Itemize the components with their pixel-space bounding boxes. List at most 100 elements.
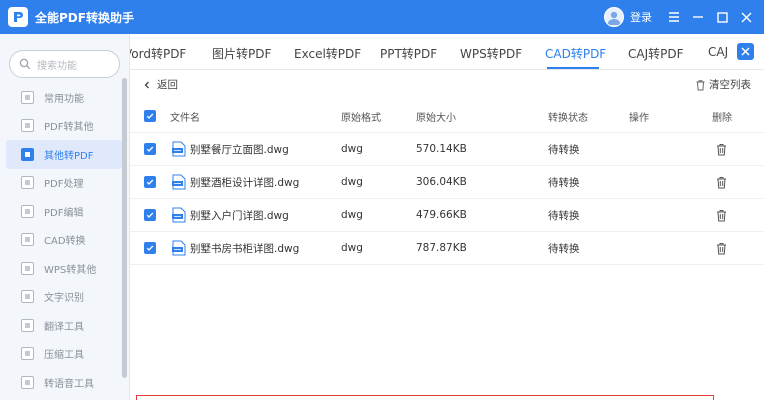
sidebar-item-5[interactable]: CAD转换 — [6, 226, 122, 255]
sidebar-item-label: PDF转其他 — [44, 122, 94, 134]
delete-icon[interactable] — [716, 176, 727, 189]
back-label: 返回 — [157, 79, 178, 91]
row-checkbox[interactable] — [144, 143, 156, 155]
delete-icon[interactable] — [716, 143, 727, 156]
edit-icon — [21, 204, 34, 218]
file-size: 570.14KB — [416, 143, 467, 155]
search-box[interactable]: 搜索功能 — [9, 50, 120, 78]
sidebar-item-label: PDF处理 — [44, 179, 84, 191]
sidebar-item-2[interactable]: 其他转PDF — [6, 140, 122, 169]
minimize-icon[interactable] — [686, 0, 710, 34]
clear-list-button[interactable]: 清空列表 — [695, 77, 751, 92]
file-format: dwg — [341, 209, 363, 221]
header-filename: 文件名 — [170, 112, 200, 124]
check-icon — [146, 179, 154, 185]
sidebar-item-4[interactable]: PDF编辑 — [6, 197, 122, 226]
tab-6[interactable]: CAJ转PDF — [628, 45, 684, 62]
title-bar: 全能PDF转换助手 登录 — [0, 0, 764, 34]
sidebar-item-3[interactable]: PDF处理 — [6, 169, 122, 198]
sidebar-item-10[interactable]: 转语音工具 — [6, 368, 122, 397]
file-size: 479.66KB — [416, 209, 467, 221]
tab-1[interactable]: 图片转PDF — [212, 45, 271, 62]
sidebar-item-label: 其他转PDF — [44, 150, 94, 162]
tab-2[interactable]: Excel转PDF — [294, 45, 361, 62]
check-icon — [146, 146, 154, 152]
dwg-file-icon — [172, 174, 186, 190]
sidebar-scroll-thumb[interactable] — [122, 78, 127, 378]
sidebar-item-label: 转语音工具 — [44, 378, 94, 390]
file-table: 文件名 原始格式 原始大小 转换状态 操作 删除 别墅餐厅立面图.dwg dwg 5… — [130, 100, 764, 265]
file-name: 别墅书房书柜详图.dwg — [190, 242, 300, 255]
row-checkbox[interactable] — [144, 242, 156, 254]
select-all-checkbox[interactable] — [144, 110, 156, 122]
menu-icon[interactable] — [662, 0, 686, 34]
close-tab-button[interactable] — [737, 43, 754, 60]
file-name: 别墅餐厅立面图.dwg — [190, 143, 289, 156]
file-format: dwg — [341, 143, 363, 155]
ocr-icon — [21, 290, 34, 304]
file-size: 787.87KB — [416, 242, 467, 254]
table-header: 文件名 原始格式 原始大小 转换状态 操作 删除 — [130, 100, 764, 133]
tab-0[interactable]: Vord转PDF — [130, 45, 186, 62]
sidebar-item-0[interactable]: 常用功能 — [6, 83, 122, 112]
sidebar-scrollbar[interactable] — [122, 78, 128, 400]
header-delete: 删除 — [712, 112, 732, 124]
table-row[interactable]: 别墅书房书柜详图.dwg dwg 787.87KB 待转换 — [130, 232, 764, 265]
file-name: 别墅入户门详图.dwg — [190, 209, 289, 222]
main-panel: Vord转PDF 图片转PDF Excel转PDF PPT转PDF WPS转PDF CAD… — [130, 34, 764, 400]
file-format: dwg — [341, 242, 363, 254]
compress-icon — [21, 347, 34, 361]
search-placeholder: 搜索功能 — [37, 60, 77, 72]
table-row[interactable]: 别墅入户门详图.dwg dwg 479.66KB 待转换 — [130, 199, 764, 232]
maximize-icon[interactable] — [710, 0, 734, 34]
back-button[interactable]: 返回 — [142, 77, 178, 92]
check-icon — [146, 245, 154, 251]
tab-5[interactable]: CAD转PDF — [545, 45, 606, 62]
file-status: 待转换 — [548, 176, 580, 189]
convert-icon — [21, 147, 34, 161]
pdf-icon — [21, 119, 34, 133]
clear-list-label: 清空列表 — [709, 79, 751, 91]
speech-icon — [21, 375, 34, 389]
header-status: 转换状态 — [548, 112, 588, 124]
highlight-outline — [136, 395, 714, 400]
delete-icon[interactable] — [716, 242, 727, 255]
sidebar-item-8[interactable]: 翻译工具 — [6, 311, 122, 340]
sidebar-item-label: 压缩工具 — [44, 350, 84, 362]
sidebar-item-label: 常用功能 — [44, 93, 84, 105]
tab-3[interactable]: PPT转PDF — [380, 45, 437, 62]
delete-icon[interactable] — [716, 209, 727, 222]
sidebar-item-label: 文字识别 — [44, 293, 84, 305]
sidebar-menu: 常用功能 PDF转其他 其他转PDF PDF处理 PDF编辑 CAD转换 WPS转其他 文字识… — [6, 83, 122, 397]
file-status: 待转换 — [548, 242, 580, 255]
dwg-file-icon — [172, 141, 186, 157]
sidebar-item-label: PDF编辑 — [44, 207, 84, 219]
sidebar-item-6[interactable]: WPS转其他 — [6, 254, 122, 283]
sidebar: 搜索功能 常用功能 PDF转其他 其他转PDF PDF处理 PDF编辑 CAD转换 WPS转… — [0, 34, 130, 400]
login-link[interactable]: 登录 — [630, 9, 652, 25]
file-name: 别墅酒柜设计详图.dwg — [190, 176, 300, 189]
sidebar-item-9[interactable]: 压缩工具 — [6, 340, 122, 369]
avatar[interactable] — [604, 7, 624, 27]
check-icon — [146, 212, 154, 218]
header-size: 原始大小 — [416, 112, 456, 124]
header-action: 操作 — [629, 112, 649, 124]
tab-4[interactable]: WPS转PDF — [460, 45, 522, 62]
cad-icon — [21, 233, 34, 247]
dwg-file-icon — [172, 207, 186, 223]
sidebar-item-label: WPS转其他 — [44, 264, 97, 276]
chevron-left-icon — [144, 81, 149, 88]
translate-icon — [21, 318, 34, 332]
close-window-icon[interactable] — [734, 0, 758, 34]
tab-7[interactable]: CAJ — [708, 45, 728, 59]
table-row[interactable]: 别墅餐厅立面图.dwg dwg 570.14KB 待转换 — [130, 133, 764, 166]
row-checkbox[interactable] — [144, 209, 156, 221]
search-icon — [19, 58, 31, 70]
close-icon — [741, 47, 750, 56]
table-row[interactable]: 别墅酒柜设计详图.dwg dwg 306.04KB 待转换 — [130, 166, 764, 199]
sidebar-item-7[interactable]: 文字识别 — [6, 283, 122, 312]
row-checkbox[interactable] — [144, 176, 156, 188]
sidebar-item-1[interactable]: PDF转其他 — [6, 112, 122, 141]
process-icon — [21, 176, 34, 190]
check-icon — [146, 113, 154, 119]
